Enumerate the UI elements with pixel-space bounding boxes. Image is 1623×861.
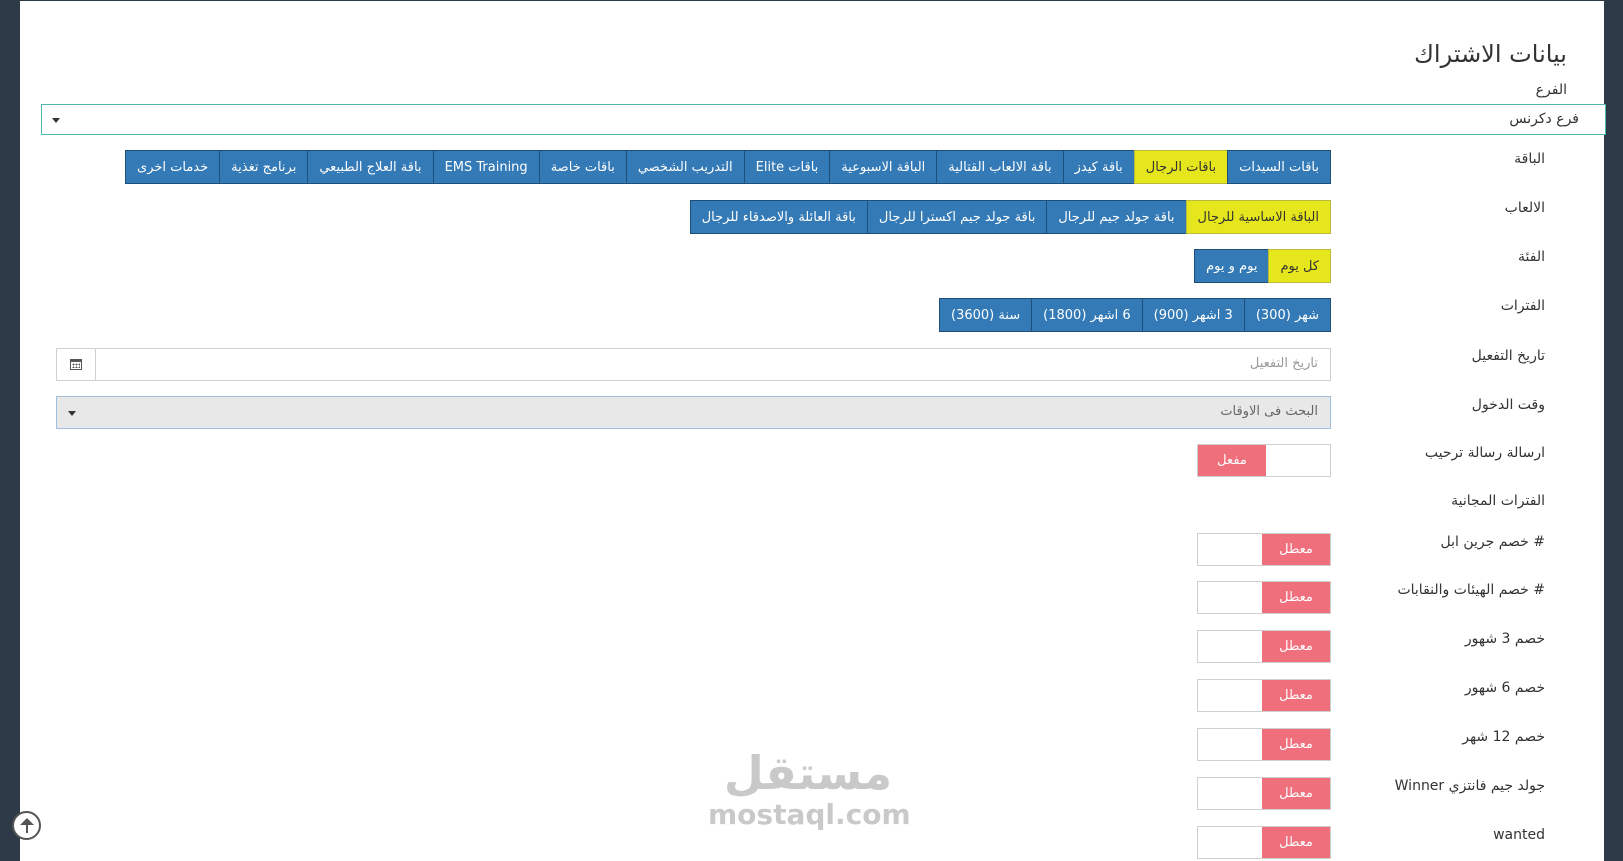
package-option-button[interactable]: باقات خاصة <box>538 150 627 184</box>
toggle-state-disabled: معطل <box>1262 534 1330 565</box>
chevron-down-icon <box>52 118 60 123</box>
watermark-arabic: مستقل <box>723 746 893 800</box>
branch-label: الفرع <box>1535 82 1567 98</box>
discount-label: wanted <box>1493 827 1545 843</box>
package-option-button[interactable]: EMS Training <box>432 150 540 184</box>
games-option-button[interactable]: باقة جولد جيم اكسترا للرجال <box>866 200 1048 234</box>
category-label: الفئة <box>1518 249 1545 265</box>
periods-button-group: شهر (300) 3 اشهر (900) 6 اشهر (1800) سنة… <box>938 298 1331 332</box>
category-option-button[interactable]: يوم و يوم <box>1194 249 1270 283</box>
toggle-state-disabled: معطل <box>1262 778 1330 809</box>
toggle-state-disabled: معطل <box>1262 680 1330 711</box>
activation-date-placeholder: تاريخ التفعيل <box>1249 356 1318 371</box>
activation-date-input[interactable]: تاريخ التفعيل <box>56 348 1331 381</box>
arrow-up-icon-shaft <box>26 819 28 833</box>
games-option-button[interactable]: باقة العائلة والاصدقاء للرجال <box>689 200 868 234</box>
period-option-button[interactable]: 6 اشهر (1800) <box>1031 298 1143 332</box>
discount-label: خصم 3 شهور <box>1464 631 1545 647</box>
discount-label: خصم 6 شهور <box>1464 680 1545 696</box>
welcome-message-toggle[interactable]: مفعل <box>1197 444 1331 477</box>
package-option-button[interactable]: باقات السيدات <box>1227 150 1331 184</box>
toggle-state-disabled: معطل <box>1262 582 1330 613</box>
page-title: بيانات الاشتراك <box>1414 40 1567 68</box>
discount-toggle[interactable]: معطل <box>1197 679 1331 712</box>
free-periods-label: الفترات المجانية <box>1451 493 1545 509</box>
scroll-to-top-button[interactable] <box>12 811 41 840</box>
package-option-button[interactable]: باقة العلاج الطبيعي <box>307 150 434 184</box>
activation-date-label: تاريخ التفعيل <box>1471 348 1545 364</box>
discount-toggle[interactable]: معطل <box>1197 728 1331 761</box>
package-option-button[interactable]: باقات Elite <box>743 150 831 184</box>
games-button-group: الباقة الاساسية للرجال باقة جولد جيم للر… <box>689 200 1331 234</box>
discount-label: # خصم جرين ابل <box>1440 534 1545 550</box>
discount-label: خصم 12 شهر <box>1462 729 1545 745</box>
entry-time-label: وقت الدخول <box>1471 397 1545 413</box>
package-option-button[interactable]: باقة كيدز <box>1062 150 1135 184</box>
package-option-button[interactable]: التدريب الشخصي <box>625 150 745 184</box>
package-option-button[interactable]: برنامج تغذية <box>219 150 309 184</box>
package-option-button[interactable]: باقات الرجال <box>1133 150 1229 184</box>
discount-toggle[interactable]: معطل <box>1197 533 1331 566</box>
discount-label: جولد جيم فانتزي Winner <box>1394 778 1545 794</box>
watermark: مستقل mostaql.com <box>708 746 911 831</box>
calendar-button[interactable] <box>57 349 96 380</box>
calendar-icon <box>70 359 82 370</box>
period-option-button[interactable]: شهر (300) <box>1243 298 1331 332</box>
top-border <box>20 0 1604 1</box>
category-button-group: كل يوم يوم و يوم <box>1194 249 1331 283</box>
periods-label: الفترات <box>1500 298 1545 314</box>
right-scrollbar[interactable] <box>1604 0 1623 861</box>
games-option-button[interactable]: باقة جولد جيم للرجال <box>1046 200 1187 234</box>
package-label: الباقة <box>1514 151 1545 167</box>
discount-label: # خصم الهيئات والنقابات <box>1397 582 1545 598</box>
package-button-group: باقات السيدات باقات الرجال باقة كيدز باق… <box>125 150 1331 184</box>
category-option-button[interactable]: كل يوم <box>1268 249 1331 283</box>
entry-time-select[interactable]: البحث فى الاوقات <box>56 396 1331 429</box>
watermark-latin: mostaql.com <box>708 798 911 831</box>
discount-toggle[interactable]: معطل <box>1197 826 1331 859</box>
discount-toggle[interactable]: معطل <box>1197 630 1331 663</box>
toggle-state-disabled: معطل <box>1262 827 1330 858</box>
package-option-button[interactable]: خدمات اخرى <box>125 150 221 184</box>
package-option-button[interactable]: الباقة الاسبوعية <box>829 150 938 184</box>
package-option-button[interactable]: باقة الالعاب القتالية <box>936 150 1064 184</box>
period-option-button[interactable]: سنة (3600) <box>938 298 1033 332</box>
chevron-down-icon <box>68 411 76 416</box>
discount-toggle[interactable]: معطل <box>1197 777 1331 810</box>
period-option-button[interactable]: 3 اشهر (900) <box>1141 298 1245 332</box>
toggle-state-disabled: معطل <box>1262 729 1330 760</box>
branch-select[interactable]: فرع دكرنس <box>41 104 1606 135</box>
entry-time-placeholder: البحث فى الاوقات <box>1220 404 1318 419</box>
welcome-message-label: ارسالة رسالة ترحيب <box>1424 445 1545 461</box>
branch-selected-value: فرع دكرنس <box>1509 111 1579 127</box>
games-option-button[interactable]: الباقة الاساسية للرجال <box>1185 200 1331 234</box>
toggle-state-enabled: مفعل <box>1198 445 1266 476</box>
games-label: الالعاب <box>1504 200 1545 216</box>
discount-toggle[interactable]: معطل <box>1197 581 1331 614</box>
toggle-state-disabled: معطل <box>1262 631 1330 662</box>
left-sidebar-edge <box>0 0 20 861</box>
